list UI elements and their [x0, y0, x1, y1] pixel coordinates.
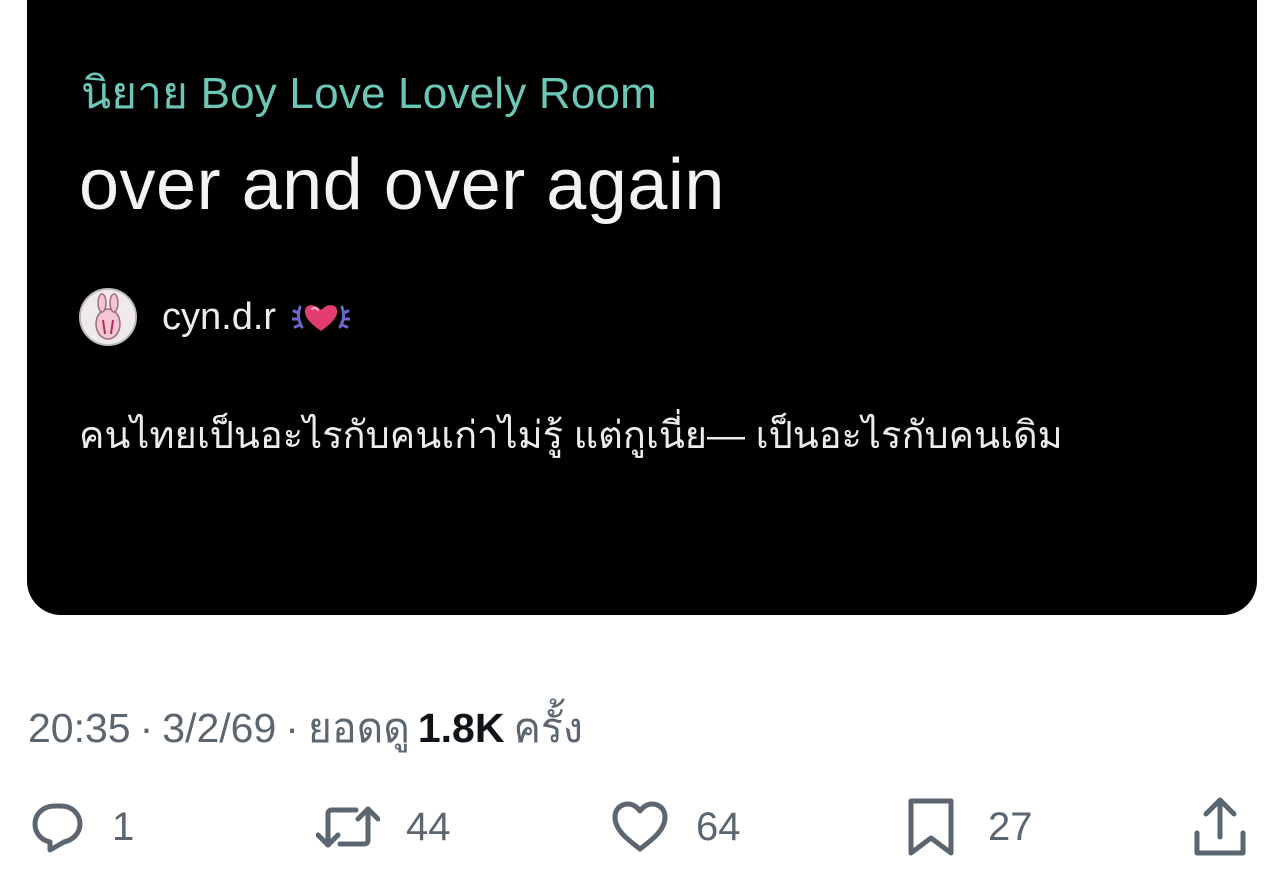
repost-count: 44: [406, 804, 451, 849]
repost-icon: [316, 797, 380, 857]
bookmark-icon: [904, 795, 958, 859]
meta-separator: ·: [285, 705, 299, 751]
views-unit: ครั้ง: [513, 705, 583, 751]
bookmark-count: 27: [988, 804, 1033, 849]
share-icon: [1192, 795, 1248, 859]
reply-count: 1: [112, 804, 135, 849]
story-card[interactable]: นิยาย Boy Love Lovely Room over and over…: [27, 0, 1257, 615]
heart-icon: [610, 797, 670, 857]
like-button[interactable]: 64: [610, 790, 741, 864]
author-name: cyn.d.r: [162, 295, 277, 338]
repost-button[interactable]: 44: [316, 790, 451, 864]
author-avatar: [79, 288, 137, 346]
views-label: ยอดดู: [307, 705, 410, 751]
views-count[interactable]: 1.8K: [418, 705, 505, 752]
tweet-meta: 20:35 · 3/2/69 · ยอดดู 1.8K ครั้ง: [28, 696, 583, 761]
story-excerpt: คนไทยเป็นอะไรกับคนเก่าไม่รู้ แต่กูเนี่ย—…: [79, 415, 1063, 457]
author-row: cyn.d.r: [79, 286, 351, 348]
post-time: 20:35: [28, 705, 131, 751]
heart-badge-icon: [291, 297, 351, 337]
reply-icon: [28, 797, 88, 857]
post-date: 3/2/69: [162, 705, 277, 751]
action-bar: 1 44 64 27: [0, 790, 1284, 864]
story-title: over and over again: [79, 145, 725, 225]
share-button[interactable]: [1192, 790, 1248, 864]
story-category: นิยาย Boy Love Lovely Room: [81, 69, 658, 118]
like-count: 64: [696, 804, 741, 849]
meta-separator: ·: [139, 705, 154, 751]
bookmark-button[interactable]: 27: [904, 790, 1033, 864]
reply-button[interactable]: 1: [28, 790, 134, 864]
